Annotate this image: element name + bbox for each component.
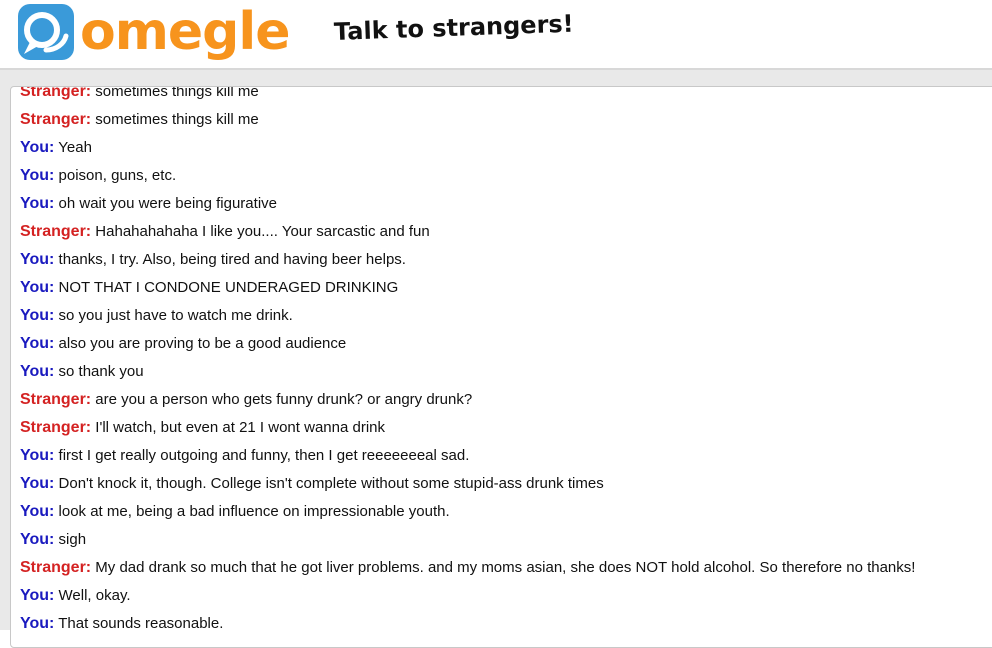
stranger-label: Stranger: bbox=[20, 559, 92, 576]
you-label: You: bbox=[20, 167, 55, 184]
logo-wordmark: omegle bbox=[80, 2, 290, 62]
tagline: Talk to strangers! bbox=[333, 9, 575, 46]
message-text: sigh bbox=[58, 531, 87, 548]
message-text: poison, guns, etc. bbox=[58, 167, 177, 184]
message-text: are you a person who gets funny drunk? o… bbox=[95, 391, 473, 408]
stranger-label: Stranger: bbox=[20, 111, 92, 128]
chat-message: You: sigh bbox=[20, 526, 915, 554]
message-text: first I get really outgoing and funny, t… bbox=[58, 447, 470, 464]
chat-message: You: oh wait you were being figurative bbox=[20, 190, 915, 218]
message-text: NOT THAT I CONDONE UNDERAGED DRINKING bbox=[58, 279, 399, 296]
you-label: You: bbox=[20, 503, 55, 520]
chat-message: Stranger: are you a person who gets funn… bbox=[20, 386, 915, 414]
message-text: Don't knock it, though. College isn't co… bbox=[58, 475, 604, 492]
message-text: Yeah bbox=[58, 139, 92, 156]
you-label: You: bbox=[20, 335, 55, 352]
omegle-logo[interactable]: omegle bbox=[16, 2, 290, 62]
chat-message: You: so you just have to watch me drink. bbox=[20, 302, 915, 330]
you-label: You: bbox=[20, 251, 55, 268]
message-text: so you just have to watch me drink. bbox=[58, 307, 293, 324]
message-text: so thank you bbox=[58, 363, 144, 380]
chat-message: Stranger: sometimes things kill me bbox=[20, 86, 915, 106]
message-text: Well, okay. bbox=[58, 587, 131, 604]
chat-message: You: That sounds reasonable. bbox=[20, 610, 915, 638]
chat-message: You: thanks, I try. Also, being tired an… bbox=[20, 246, 915, 274]
chat-messages: Stranger: sometimes things kill me Strang… bbox=[20, 86, 915, 638]
chat-message: Stranger: Hahahahahaha I like you.... Yo… bbox=[20, 218, 915, 246]
you-label: You: bbox=[20, 195, 55, 212]
you-label: You: bbox=[20, 475, 55, 492]
you-label: You: bbox=[20, 279, 55, 296]
stranger-label: Stranger: bbox=[20, 419, 92, 436]
message-text: That sounds reasonable. bbox=[58, 615, 224, 632]
message-text: Hahahahahaha I like you.... Your sarcast… bbox=[95, 223, 430, 240]
message-text: sometimes things kill me bbox=[95, 111, 259, 128]
stranger-label: Stranger: bbox=[20, 86, 92, 100]
chat-log[interactable]: Stranger: sometimes things kill me Strang… bbox=[10, 86, 992, 648]
you-label: You: bbox=[20, 363, 55, 380]
chat-message: You: first I get really outgoing and fun… bbox=[20, 442, 915, 470]
chat-message: You: NOT THAT I CONDONE UNDERAGED DRINKI… bbox=[20, 274, 915, 302]
chat-message: You: Yeah bbox=[20, 134, 915, 162]
chat-bubble-logo-icon bbox=[18, 4, 74, 60]
chat-message: Stranger: I'll watch, but even at 21 I w… bbox=[20, 414, 915, 442]
chat-message: You: also you are proving to be a good a… bbox=[20, 330, 915, 358]
message-text: oh wait you were being figurative bbox=[58, 195, 277, 212]
chat-message: You: Don't knock it, though. College isn… bbox=[20, 470, 915, 498]
message-text: sometimes things kill me bbox=[95, 86, 259, 100]
header: omegle Talk to strangers! bbox=[0, 0, 992, 68]
message-text: I'll watch, but even at 21 I wont wanna … bbox=[95, 419, 385, 436]
message-text: thanks, I try. Also, being tired and hav… bbox=[58, 251, 406, 268]
chat-message: Stranger: My dad drank so much that he g… bbox=[20, 554, 915, 582]
stranger-label: Stranger: bbox=[20, 223, 92, 240]
message-text: My dad drank so much that he got liver p… bbox=[95, 559, 916, 576]
stranger-label: Stranger: bbox=[20, 391, 92, 408]
chat-message: You: look at me, being a bad influence o… bbox=[20, 498, 915, 526]
you-label: You: bbox=[20, 615, 55, 632]
chat-message: You: poison, guns, etc. bbox=[20, 162, 915, 190]
you-label: You: bbox=[20, 307, 55, 324]
you-label: You: bbox=[20, 531, 55, 548]
chat-message: You: Well, okay. bbox=[20, 582, 915, 610]
chat-message: Stranger: sometimes things kill me bbox=[20, 106, 915, 134]
chat-message: You: so thank you bbox=[20, 358, 915, 386]
you-label: You: bbox=[20, 587, 55, 604]
you-label: You: bbox=[20, 139, 55, 156]
message-text: also you are proving to be a good audien… bbox=[58, 335, 347, 352]
you-label: You: bbox=[20, 447, 55, 464]
message-text: look at me, being a bad influence on imp… bbox=[58, 503, 450, 520]
